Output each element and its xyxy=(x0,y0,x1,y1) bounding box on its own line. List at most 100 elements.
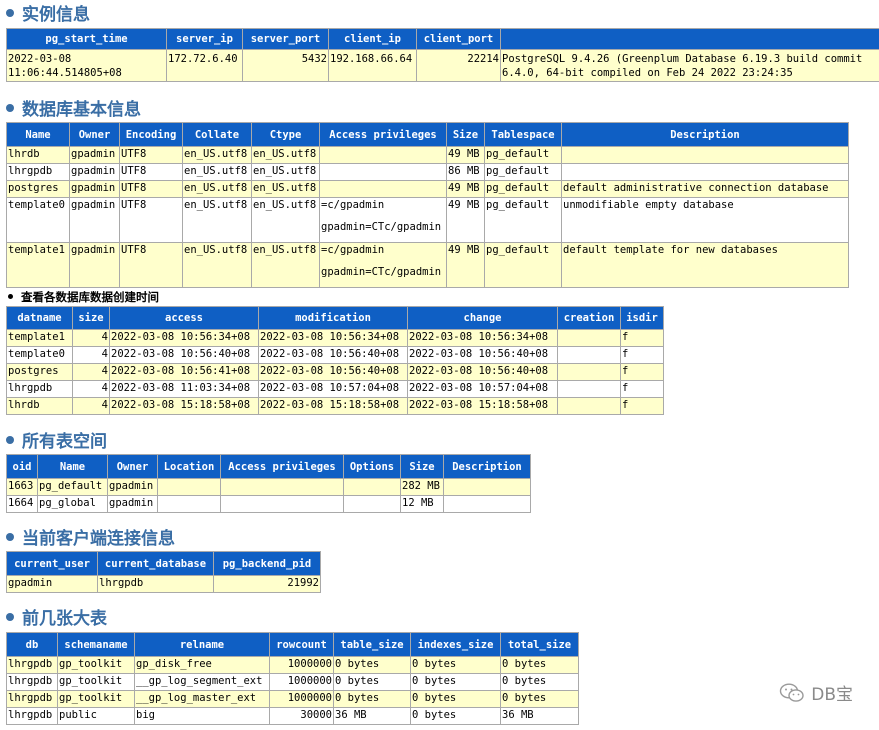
table-cell xyxy=(557,380,621,398)
table-row: lhrgpdb gp_toolkit __gp_log_master_ext 1… xyxy=(6,690,579,708)
table-cell: 4 xyxy=(72,380,110,398)
column-header: rowcount xyxy=(269,632,334,657)
client-table: current_user current_database pg_backend… xyxy=(6,551,321,593)
table-cell: PostgreSQL 9.4.26 (Greenplum Database 6.… xyxy=(500,49,879,82)
table-cell xyxy=(557,397,621,415)
column-header: Location xyxy=(157,454,221,479)
column-header: size xyxy=(72,306,110,330)
column-header: server_port xyxy=(242,28,329,50)
table-cell: 36 MB xyxy=(500,707,579,725)
table-cell: 2022-03-08 10:56:34+08 xyxy=(109,329,259,347)
table-cell: UTF8 xyxy=(119,242,183,288)
table-cell: template1 xyxy=(6,242,70,288)
table-row: template0 gpadmin UTF8 en_US.utf8 en_US.… xyxy=(6,197,849,243)
column-header: Owner xyxy=(107,454,158,479)
column-header xyxy=(500,28,879,50)
section-title-client: 当前客户端连接信息 xyxy=(6,529,175,549)
table-cell: 282 MB xyxy=(400,478,444,496)
column-header: change xyxy=(407,306,558,330)
table-cell: 192.168.66.64 xyxy=(328,49,417,82)
table-cell: public xyxy=(57,707,135,725)
table-row: template0 4 2022-03-08 10:56:40+08 2022-… xyxy=(6,346,664,364)
bullet-icon xyxy=(6,613,14,621)
table-cell: lhrgpdb xyxy=(6,656,58,674)
table-cell: en_US.utf8 xyxy=(182,180,252,198)
table-cell: 49 MB xyxy=(446,242,485,288)
table-cell: en_US.utf8 xyxy=(251,242,320,288)
column-header: isdir xyxy=(620,306,664,330)
table-cell: 4 xyxy=(72,363,110,381)
table-cell: __gp_log_master_ext xyxy=(134,690,270,708)
column-header: datname xyxy=(6,306,73,330)
bullet-icon xyxy=(8,294,13,299)
table-row: lhrgpdb 4 2022-03-08 11:03:34+08 2022-03… xyxy=(6,380,664,398)
column-header: pg_backend_pid xyxy=(213,551,321,576)
table-cell: 2022-03-08 10:56:41+08 xyxy=(109,363,259,381)
table-cell: lhrgpdb xyxy=(6,690,58,708)
databases-table: Name Owner Encoding Collate Ctype Access… xyxy=(6,122,849,288)
table-cell: en_US.utf8 xyxy=(182,242,252,288)
column-header: Description xyxy=(443,454,531,479)
table-cell xyxy=(343,478,401,496)
table-cell xyxy=(443,478,531,496)
table-row: lhrgpdb gp_toolkit gp_disk_free 1000000 … xyxy=(6,656,579,674)
table-cell: 30000 xyxy=(269,707,334,725)
table-cell: 4 xyxy=(72,397,110,415)
column-header: Name xyxy=(37,454,108,479)
column-header: Options xyxy=(343,454,401,479)
table-cell: 86 MB xyxy=(446,163,485,181)
table-cell xyxy=(343,495,401,513)
table-cell: gpadmin xyxy=(69,197,120,243)
column-header: table_size xyxy=(333,632,411,657)
bullet-icon xyxy=(6,533,14,541)
table-cell: 49 MB xyxy=(446,146,485,164)
table-row: lhrdb gpadmin UTF8 en_US.utf8 en_US.utf8… xyxy=(6,146,849,164)
column-header: client_port xyxy=(416,28,501,50)
section-title-tablespaces: 所有表空间 xyxy=(6,432,107,452)
column-header: total_size xyxy=(500,632,579,657)
table-cell: lhrdb xyxy=(6,146,70,164)
table-cell: f xyxy=(620,363,664,381)
table-cell: 2022-03-08 10:56:40+08 xyxy=(407,346,558,364)
table-row: gpadmin lhrgpdb 21992 xyxy=(6,575,321,593)
table-cell: 0 bytes xyxy=(410,656,501,674)
table-cell: gpadmin xyxy=(107,478,158,496)
table-cell: en_US.utf8 xyxy=(251,180,320,198)
table-cell: 0 bytes xyxy=(333,690,411,708)
table-cell: f xyxy=(620,380,664,398)
table-cell: 2022-03-08 10:56:34+08 xyxy=(407,329,558,347)
column-header: Tablespace xyxy=(484,122,562,147)
table-cell: gpadmin xyxy=(107,495,158,513)
column-header: Access privileges xyxy=(220,454,344,479)
table-cell: UTF8 xyxy=(119,197,183,243)
table-cell: pg_default xyxy=(484,163,562,181)
column-header: Owner xyxy=(69,122,120,147)
column-header: Ctype xyxy=(251,122,320,147)
table-cell xyxy=(557,363,621,381)
table-cell: template1 xyxy=(6,329,73,347)
table-row: lhrdb 4 2022-03-08 15:18:58+08 2022-03-0… xyxy=(6,397,664,415)
table-cell: 2022-03-08 10:56:40+08 xyxy=(258,363,408,381)
table-cell xyxy=(561,163,849,181)
column-header: schemaname xyxy=(57,632,135,657)
table-row: postgres gpadmin UTF8 en_US.utf8 en_US.u… xyxy=(6,180,849,198)
table-cell: lhrgpdb xyxy=(6,163,70,181)
table-cell: gpadmin xyxy=(69,163,120,181)
table-cell: template0 xyxy=(6,346,73,364)
column-header: Name xyxy=(6,122,70,147)
table-cell: 0 bytes xyxy=(333,656,411,674)
table-row: 1663 pg_default gpadmin 282 MB xyxy=(6,478,531,496)
section-title-instance: 实例信息 xyxy=(6,5,90,25)
table-cell: 1000000 xyxy=(269,656,334,674)
table-cell: pg_default xyxy=(484,197,562,243)
column-header: pg_start_time xyxy=(6,28,167,50)
table-cell: en_US.utf8 xyxy=(182,197,252,243)
table-cell: gpadmin xyxy=(69,242,120,288)
table-cell: =c/gpadmin gpadmin=CTc/gpadmin xyxy=(319,197,447,243)
table-cell: gpadmin xyxy=(6,575,98,593)
table-cell: 2022-03-08 10:57:04+08 xyxy=(407,380,558,398)
table-row: postgres 4 2022-03-08 10:56:41+08 2022-0… xyxy=(6,363,664,381)
table-cell: gpadmin xyxy=(69,146,120,164)
table-cell: 0 bytes xyxy=(333,673,411,691)
table-cell: unmodifiable empty database xyxy=(561,197,849,243)
